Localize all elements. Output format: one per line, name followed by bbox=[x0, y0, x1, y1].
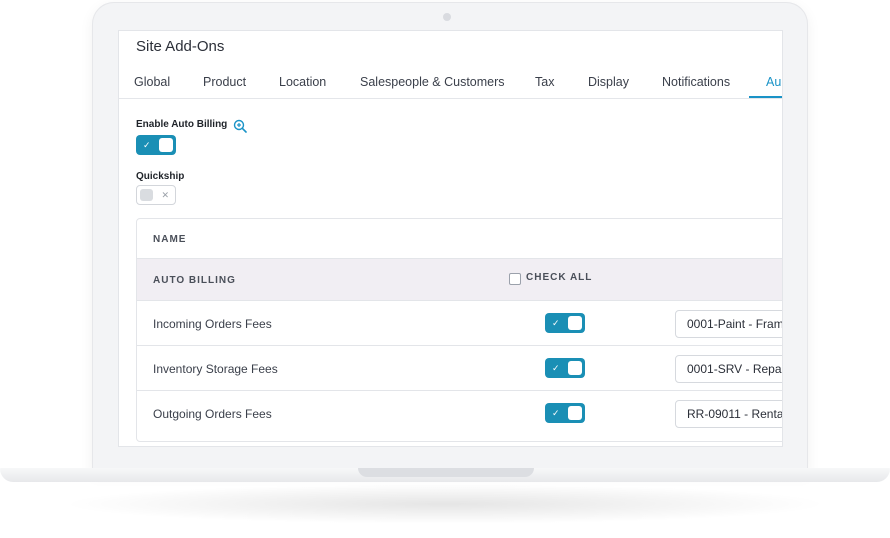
auto-billing-table: NAME AUTO BILLING CHECK ALL Incoming Ord… bbox=[136, 218, 782, 442]
check-all-checkbox[interactable] bbox=[509, 273, 521, 285]
laptop-base-notch bbox=[358, 468, 534, 477]
toggle-knob bbox=[568, 316, 582, 330]
column-header-name: NAME bbox=[153, 234, 187, 245]
tab-auto-billing[interactable]: Au bbox=[766, 75, 781, 89]
fee-name: Outgoing Orders Fees bbox=[153, 407, 272, 421]
toggle-knob bbox=[159, 138, 173, 152]
check-icon: ✓ bbox=[552, 408, 560, 418]
check-all-label[interactable]: CHECK ALL bbox=[526, 272, 592, 283]
tab-salespeople-customers[interactable]: Salespeople & Customers bbox=[360, 75, 505, 89]
app-screen: Site Add-Ons Global Product Location Sal… bbox=[118, 30, 783, 447]
check-icon: ✓ bbox=[552, 363, 560, 373]
toggle-knob bbox=[568, 406, 582, 420]
toggle-knob bbox=[568, 361, 582, 375]
table-row: Outgoing Orders Fees ✓ RR-09011 - Rental bbox=[137, 391, 782, 436]
tab-notifications[interactable]: Notifications bbox=[662, 75, 730, 89]
tab-product[interactable]: Product bbox=[203, 75, 246, 89]
product-select[interactable]: 0001-Paint - Framing bbox=[675, 310, 782, 338]
tab-tax[interactable]: Tax bbox=[535, 75, 554, 89]
zoom-icon[interactable] bbox=[233, 119, 247, 133]
product-select[interactable]: 0001-SRV - Repair bbox=[675, 355, 782, 383]
fee-name: Incoming Orders Fees bbox=[153, 317, 272, 331]
tab-bar: Global Product Location Salespeople & Cu… bbox=[119, 69, 782, 99]
quickship-toggle[interactable]: ✕ bbox=[136, 185, 176, 205]
fee-enabled-toggle[interactable]: ✓ bbox=[545, 313, 585, 333]
table-group-row: AUTO BILLING CHECK ALL bbox=[137, 259, 782, 301]
page-title: Site Add-Ons bbox=[136, 38, 225, 55]
close-icon: ✕ bbox=[161, 190, 169, 200]
table-row: Incoming Orders Fees ✓ 0001-Paint - Fram… bbox=[137, 301, 782, 346]
group-label: AUTO BILLING bbox=[153, 275, 236, 286]
fee-name: Inventory Storage Fees bbox=[153, 362, 278, 376]
check-icon: ✓ bbox=[143, 140, 151, 150]
table-row: Inventory Storage Fees ✓ 0001-SRV - Repa… bbox=[137, 346, 782, 391]
check-icon: ✓ bbox=[552, 318, 560, 328]
tab-location[interactable]: Location bbox=[279, 75, 326, 89]
tab-display[interactable]: Display bbox=[588, 75, 629, 89]
toggle-knob bbox=[140, 189, 153, 201]
fee-enabled-toggle[interactable]: ✓ bbox=[545, 358, 585, 378]
auto-billing-label: Enable Auto Billing bbox=[136, 119, 228, 130]
product-select[interactable]: RR-09011 - Rental bbox=[675, 400, 782, 428]
quickship-label: Quickship bbox=[136, 171, 185, 182]
auto-billing-toggle[interactable]: ✓ bbox=[136, 135, 176, 155]
active-tab-indicator bbox=[749, 96, 782, 98]
fee-enabled-toggle[interactable]: ✓ bbox=[545, 403, 585, 423]
laptop-shadow bbox=[60, 484, 830, 524]
tab-global[interactable]: Global bbox=[134, 75, 170, 89]
table-header-row: NAME bbox=[137, 219, 782, 259]
laptop-camera bbox=[443, 13, 451, 21]
